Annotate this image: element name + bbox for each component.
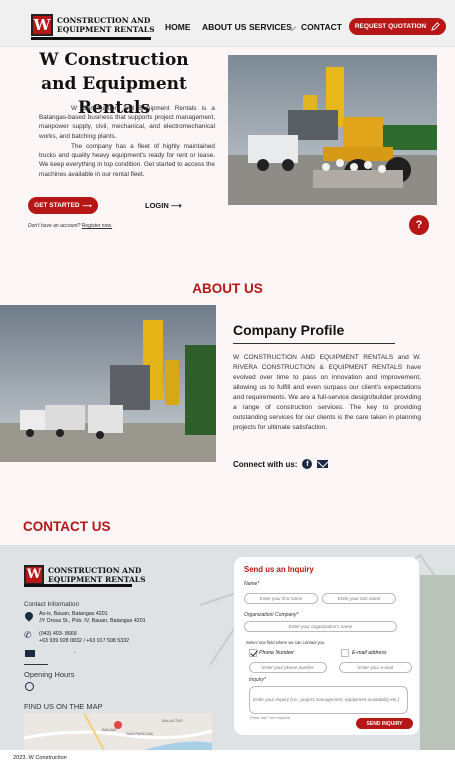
footer-text: 2023. W Construction bbox=[13, 755, 67, 761]
map-pin-icon[interactable] bbox=[114, 721, 122, 729]
pencil-icon bbox=[431, 22, 440, 31]
facebook-icon[interactable]: f bbox=[302, 459, 313, 469]
get-started-label: GET STARTED bbox=[34, 202, 80, 209]
contact-heading: CONTACT US bbox=[23, 519, 111, 534]
location-map[interactable]: BAUAN SAN PASCUAL BALAGTAS bbox=[24, 713, 212, 750]
company-profile-title: Company Profile bbox=[233, 322, 345, 338]
arrow-right-icon: ⟶ bbox=[82, 202, 92, 210]
contact-phone: (043) 403- 8668 +63 939 928 0832 / +63 9… bbox=[39, 631, 130, 644]
send-inquiry-button[interactable]: SEND INQUIRY bbox=[356, 718, 413, 729]
logo-line1: CONSTRUCTION AND bbox=[57, 16, 151, 25]
batching-plant-photo bbox=[0, 305, 216, 462]
contact-address: As-is, Bauan, Batangas 4201 JY Orosa St.… bbox=[39, 611, 146, 624]
email-option-label: E-mail address bbox=[352, 650, 387, 656]
request-quotation-button[interactable]: REQUEST QUOTATION bbox=[349, 18, 446, 35]
site-logo[interactable]: W CONSTRUCTION AND EQUIPMENT RENTALS bbox=[31, 14, 155, 36]
contact-logo: W CONSTRUCTION AND EQUIPMENT RENTALS bbox=[24, 565, 146, 585]
phone-checkbox[interactable] bbox=[249, 649, 257, 657]
email-input[interactable]: Enter your e-mail bbox=[339, 662, 412, 673]
divider bbox=[233, 343, 395, 344]
map-label-bauan: BAUAN bbox=[102, 727, 116, 732]
email-icon bbox=[25, 650, 35, 657]
company-profile-text: W CONSTRUCTION AND EQUIPMENT RENTALS and… bbox=[233, 354, 421, 431]
clock-icon bbox=[25, 682, 34, 691]
get-started-button[interactable]: GET STARTED ⟶ bbox=[28, 197, 98, 214]
help-button[interactable]: ? bbox=[409, 215, 429, 235]
contact-info-title: Contact Information bbox=[24, 601, 79, 608]
email-icon[interactable] bbox=[317, 460, 329, 468]
hero-photo bbox=[228, 55, 437, 205]
map-label-san-pascual: SAN PASCUAL bbox=[126, 731, 154, 736]
arrow-right-icon: ⟶ bbox=[170, 201, 182, 210]
about-heading: ABOUT US bbox=[192, 281, 263, 296]
inquiry-label: Inquiry* bbox=[249, 677, 266, 683]
last-name-input[interactable]: Enter your last name bbox=[322, 593, 396, 604]
register-link[interactable]: Register now. bbox=[82, 223, 112, 229]
hero-paragraph-2: The company has a fleet of highly mainta… bbox=[39, 143, 215, 178]
phone-option-label: Phone Number bbox=[259, 650, 294, 656]
logo-line2: EQUIPMENT RENTALS bbox=[57, 25, 155, 34]
phone-input[interactable]: Enter your phone number bbox=[249, 662, 327, 673]
nav-about[interactable]: ABOUT US bbox=[202, 22, 246, 32]
contact-field-label: Select one field where we can contact yo… bbox=[246, 640, 326, 645]
no-account-text: Don't have an account? Register now. bbox=[28, 223, 113, 229]
connect-label: Connect with us: bbox=[233, 459, 298, 469]
logo-underline bbox=[24, 584, 132, 587]
login-link[interactable]: LOGIN ⟶ bbox=[145, 201, 182, 210]
contact-email: - bbox=[74, 650, 76, 656]
connect-with-us: Connect with us: f bbox=[233, 459, 329, 469]
request-quotation-label: REQUEST QUOTATION bbox=[354, 23, 427, 30]
name-label: Name* bbox=[244, 581, 260, 587]
nav-home[interactable]: HOME bbox=[165, 22, 191, 32]
logo-underline bbox=[31, 37, 151, 40]
phone-icon: ✆ bbox=[24, 630, 32, 640]
nav-contact[interactable]: CONTACT bbox=[301, 22, 342, 32]
first-name-input[interactable]: Enter your first name bbox=[244, 593, 318, 604]
map-label-balagtas: BALAGTAS bbox=[162, 718, 183, 723]
hero-paragraph-1: W Construction and Equipment Rentals is … bbox=[39, 105, 215, 140]
divider bbox=[24, 664, 48, 665]
nav-services[interactable]: SERVICES bbox=[249, 22, 292, 32]
map-title: FIND US ON THE MAP bbox=[24, 702, 103, 711]
organization-label: Organization/ Company* bbox=[244, 612, 299, 618]
inquiry-form-title: Send us an Inquiry bbox=[244, 565, 314, 574]
organization-input[interactable]: Enter your organization's name bbox=[244, 621, 397, 632]
logo-mark: W bbox=[31, 14, 53, 36]
email-checkbox[interactable] bbox=[341, 649, 349, 657]
opening-hours-title: Opening Hours bbox=[24, 670, 75, 679]
login-label: LOGIN bbox=[145, 201, 169, 210]
footer bbox=[0, 750, 455, 768]
inquiry-textarea[interactable]: Enter your inquiry (i.e., project manage… bbox=[249, 686, 408, 714]
required-note: Fields with * are required. bbox=[250, 716, 291, 720]
